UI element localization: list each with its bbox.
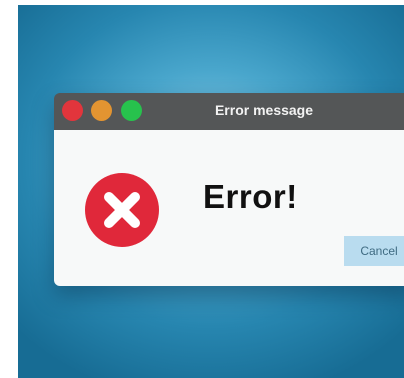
background: Error message Error! Cancel <box>18 5 404 378</box>
dialog-body: Error! Cancel <box>54 130 404 286</box>
error-x-icon <box>85 173 159 247</box>
minimize-window-button[interactable] <box>91 100 112 121</box>
window-title: Error message <box>214 102 314 118</box>
cancel-button[interactable]: Cancel <box>344 236 404 266</box>
error-heading: Error! <box>203 178 298 215</box>
error-dialog: Error message Error! Cancel <box>54 93 404 286</box>
maximize-window-button[interactable] <box>121 100 142 121</box>
title-bar[interactable]: Error message <box>54 93 404 130</box>
close-window-button[interactable] <box>62 100 83 121</box>
